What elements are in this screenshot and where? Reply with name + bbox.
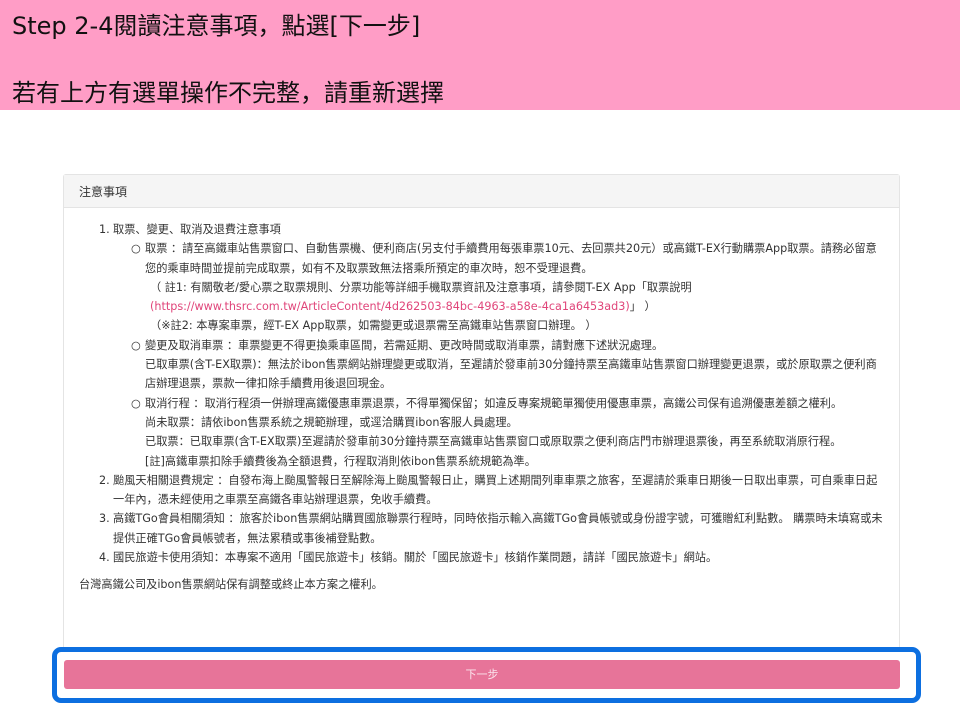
- sub-item-text: 取票 ：請至高鐵車站售票窗口、自動售票機、便利商店(另支付手續費用每張車票10元…: [145, 242, 877, 275]
- sub-item-detail: 已取車票(含T-EX取票)：無法於ibon售票網站辦理變更或取消，至遲請於發車前…: [145, 358, 877, 391]
- notice-item-typhoon: 2. 颱風天相關退費規定 ：自發布海上颱風警報日至解除海上颱風警報日止，購買上述…: [99, 471, 884, 510]
- circle-bullet-icon: ○: [131, 242, 141, 256]
- note-1: （ 註1: 有關敬老/愛心票之取票規則、分票功能等詳細手機取票資訊及注意事項，請…: [145, 278, 884, 317]
- circle-bullet-icon: ○: [131, 338, 141, 352]
- next-step-button[interactable]: 下一步: [64, 660, 900, 689]
- list-number: 1.: [99, 223, 110, 236]
- instruction-note-text: 若有上方有選單操作不完整，請重新選擇: [12, 79, 444, 107]
- list-number: 2.: [99, 473, 110, 487]
- notice-item-text: 高鐵TGo會員相關須知 ：旅客於ibon售票網站購買國旅聯票行程時，同時依指示輸…: [113, 512, 883, 545]
- list-number: 3.: [99, 512, 110, 526]
- rights-statement: 台灣高鐵公司及ibon售票網站保有調整或終止本方案之權利。: [79, 578, 383, 592]
- ticket-instructions-link[interactable]: (https://www.thsrc.com.tw/ArticleContent…: [150, 300, 630, 313]
- instruction-step-text: Step 2-4閱讀注意事項，點選[下一步]: [12, 12, 421, 40]
- circle-bullet-icon: ○: [131, 396, 141, 410]
- note-2: （※註2: 本專案車票，經T-EX App取票，如需變更或退票需至高鐵車站售票窗…: [150, 319, 597, 333]
- sub-item-pickup: ○ 取票 ：請至高鐵車站售票窗口、自動售票機、便利商店(另支付手續費用每張車票1…: [131, 239, 884, 335]
- notice-panel-heading: 注意事項: [64, 175, 899, 208]
- note-1-suffix: 」 ）: [629, 300, 656, 314]
- notice-item-title: 取票、變更、取消及退費注意事項: [113, 223, 281, 236]
- sub-item-text: 變更及取消車票 ：車票變更不得更換乘車區間，若需延期、更改時間或取消車票，請對應…: [145, 338, 664, 352]
- notice-panel: 注意事項 1. 取票、變更、取消及退費注意事項 ○ 取票 ：請至高鐵車站售票窗口…: [63, 174, 900, 650]
- sub-item-detail-remark: [註]高鐵車票扣除手續費後為全額退費，行程取消則依ibon售票系統規範為準。: [145, 454, 536, 468]
- notice-item-text: 颱風天相關退費規定 ：自發布海上颱風警報日至解除海上颱風警報日止，購買上述期間列…: [113, 473, 878, 507]
- sub-item-detail-not-picked: 尚未取票：請依ibon售票系統之規範辦理，或逕洽購買ibon客服人員處理。: [145, 415, 518, 429]
- sub-item-change-cancel: ○ 變更及取消車票 ：車票變更不得更換乘車區間，若需延期、更改時間或取消車票，請…: [131, 336, 884, 394]
- notice-item-tgo: 3. 高鐵TGo會員相關須知 ：旅客於ibon售票網站購買國旅聯票行程時，同時依…: [99, 509, 884, 548]
- sub-item-cancel-trip: ○ 取消行程 ：取消行程須一併辦理高鐵優惠車票退票，不得單獨保留；如違反專案規範…: [131, 394, 884, 471]
- notice-list: 1. 取票、變更、取消及退費注意事項 ○ 取票 ：請至高鐵車站售票窗口、自動售票…: [79, 220, 884, 567]
- notice-item-ticketing: 1. 取票、變更、取消及退費注意事項 ○ 取票 ：請至高鐵車站售票窗口、自動售票…: [99, 220, 884, 471]
- sub-item-detail-picked: 已取票：已取車票(含T-EX取票)至遲請於發車前30分鐘持票至高鐵車站售票窗口或…: [145, 435, 842, 449]
- notice-panel-body: 1. 取票、變更、取消及退費注意事項 ○ 取票 ：請至高鐵車站售票窗口、自動售票…: [64, 208, 899, 595]
- note-1-prefix: （ 註1: 有關敬老/愛心票之取票規則、分票功能等詳細手機取票資訊及注意事項，請…: [150, 280, 692, 294]
- notice-item-travel-card: 4. 國民旅遊卡使用須知：本專案不適用「國民旅遊卡」核銷。關於「國民旅遊卡」核銷…: [99, 548, 884, 567]
- list-number: 4.: [99, 551, 110, 565]
- notice-sublist: ○ 取票 ：請至高鐵車站售票窗口、自動售票機、便利商店(另支付手續費用每張車票1…: [113, 239, 884, 471]
- instruction-banner: Step 2-4閱讀注意事項，點選[下一步] 若有上方有選單操作不完整，請重新選…: [0, 0, 960, 110]
- notice-item-text: 國民旅遊卡使用須知：本專案不適用「國民旅遊卡」核銷。關於「國民旅遊卡」核銷作業問…: [113, 551, 718, 565]
- sub-item-text: 取消行程 ：取消行程須一併辦理高鐵優惠車票退票，不得單獨保留；如違反專案規範單獨…: [145, 396, 843, 410]
